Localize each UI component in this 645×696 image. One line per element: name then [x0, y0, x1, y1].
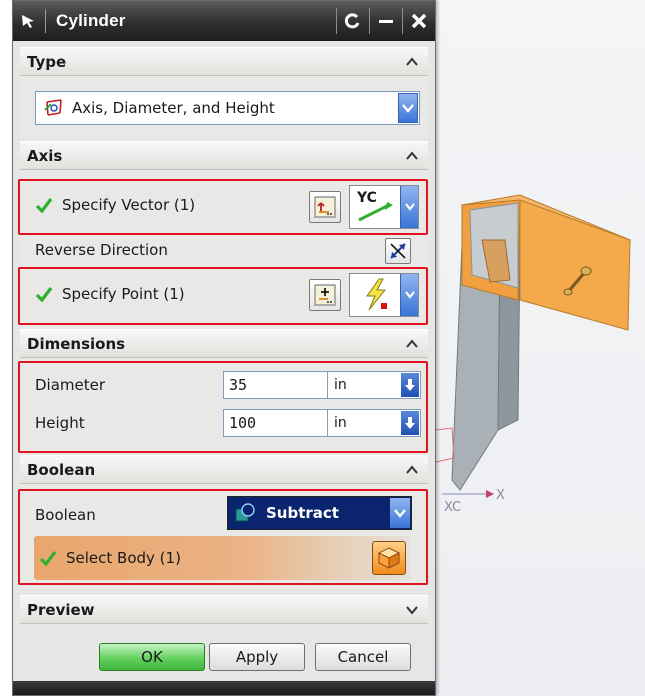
reverse-direction-button[interactable]	[385, 238, 411, 264]
dimensions-section-header[interactable]: Dimensions	[20, 329, 428, 358]
subtract-icon	[235, 503, 255, 522]
title-button-separator	[402, 8, 403, 34]
vector-dialog-icon	[314, 196, 336, 218]
solid-body-icon	[377, 547, 401, 569]
select-arrow-icon	[17, 10, 39, 32]
boolean-dropdown-button[interactable]	[390, 498, 410, 528]
type-dropdown-value: Axis, Diameter, and Height	[72, 99, 275, 117]
vector-dropdown-button[interactable]	[400, 186, 418, 228]
close-icon	[411, 13, 427, 29]
height-unit-dropdown-button[interactable]	[401, 411, 419, 435]
arrow-down-icon	[405, 417, 415, 429]
height-label: Height	[35, 414, 85, 432]
type-section-title: Type	[27, 52, 67, 71]
height-unit: in	[334, 415, 347, 431]
ok-button[interactable]: OK	[99, 643, 205, 671]
chevron-down-icon	[394, 509, 406, 518]
type-dropdown[interactable]: Axis, Diameter, and Height	[35, 91, 420, 125]
diameter-unit-select[interactable]: in	[327, 371, 421, 399]
check-icon	[39, 551, 57, 566]
reset-button[interactable]	[341, 8, 365, 34]
xc-axis-label: XC	[444, 500, 462, 515]
diameter-unit-dropdown-button[interactable]	[401, 373, 419, 397]
reset-icon	[344, 13, 360, 29]
reverse-direction-row: Reverse Direction	[35, 241, 168, 259]
check-icon	[35, 287, 53, 302]
height-input[interactable]: 100	[223, 409, 331, 437]
reverse-direction-label: Reverse Direction	[35, 241, 168, 259]
diameter-input[interactable]: 35	[223, 371, 331, 399]
chevron-up-icon	[405, 463, 419, 477]
chevron-up-icon	[405, 55, 419, 69]
title-button-separator	[369, 8, 370, 34]
diameter-value: 35	[229, 376, 248, 394]
boolean-label: Boolean	[35, 506, 96, 524]
inferred-point-icon	[366, 278, 387, 311]
diameter-row: Diameter	[35, 376, 105, 394]
select-body-label: Select Body (1)	[66, 549, 181, 567]
cylinder-type-icon	[44, 99, 62, 116]
yc-vector-icon: YC	[356, 190, 393, 222]
graphics-viewport[interactable]: XC X	[430, 0, 645, 696]
point-inferred-dropdown[interactable]	[349, 273, 419, 317]
model-body	[435, 194, 632, 498]
cylinder-dialog: Cylinder Type Axis, Diameter, and Height…	[12, 0, 436, 696]
specify-vector-row[interactable]: Specify Vector (1)	[35, 196, 195, 214]
chevron-up-icon	[405, 337, 419, 351]
apply-button[interactable]: Apply	[209, 643, 305, 671]
dimensions-section-title: Dimensions	[27, 334, 126, 353]
select-body-row[interactable]: Select Body (1)	[34, 536, 411, 580]
reverse-direction-icon	[390, 243, 406, 259]
chevron-down-icon	[404, 291, 415, 299]
arrow-down-icon	[405, 379, 415, 391]
axis-section-title: Axis	[27, 146, 63, 165]
cancel-button[interactable]: Cancel	[315, 643, 411, 671]
boolean-selected-value: Subtract	[266, 504, 339, 522]
point-dialog-icon	[314, 284, 336, 306]
yc-vector-text: YC	[356, 190, 377, 206]
specify-point-row[interactable]: Specify Point (1)	[35, 285, 185, 303]
title-separator	[45, 9, 46, 33]
diameter-label: Diameter	[35, 376, 106, 394]
preview-section-header[interactable]: Preview	[20, 595, 428, 624]
vector-dialog-button[interactable]	[309, 191, 341, 223]
chevron-down-icon	[402, 104, 414, 113]
specify-point-label: Specify Point (1)	[62, 285, 185, 303]
type-section-header[interactable]: Type	[20, 47, 428, 76]
check-icon	[35, 198, 53, 213]
height-row: Height	[35, 414, 85, 432]
chevron-down-icon	[405, 603, 419, 617]
axis-section-header[interactable]: Axis	[20, 141, 428, 170]
point-dropdown-button[interactable]	[400, 274, 418, 316]
minimize-button[interactable]	[374, 8, 398, 34]
select-body-button[interactable]	[372, 541, 406, 575]
close-button[interactable]	[407, 8, 431, 34]
boolean-section-title: Boolean	[27, 460, 96, 479]
chevron-up-icon	[405, 149, 419, 163]
title-bar[interactable]: Cylinder	[13, 1, 435, 41]
cancel-button-label: Cancel	[337, 648, 389, 666]
minimize-icon	[379, 20, 393, 23]
apply-button-label: Apply	[235, 648, 279, 666]
boolean-row: Boolean	[35, 506, 96, 524]
dialog-title: Cylinder	[56, 11, 126, 30]
diameter-unit: in	[334, 377, 347, 393]
boolean-dropdown[interactable]: Subtract	[227, 496, 412, 530]
dialog-bottom-border	[13, 681, 435, 695]
preview-section-title: Preview	[27, 600, 95, 619]
height-unit-select[interactable]: in	[327, 409, 421, 437]
vector-inferred-dropdown[interactable]: YC	[349, 185, 419, 229]
ok-button-label: OK	[141, 648, 163, 666]
specify-vector-label: Specify Vector (1)	[62, 196, 196, 214]
point-dialog-button[interactable]	[309, 279, 341, 311]
height-value: 100	[229, 414, 257, 432]
boolean-section-header[interactable]: Boolean	[20, 455, 428, 484]
chevron-down-icon	[404, 203, 415, 211]
type-dropdown-button[interactable]	[398, 93, 418, 123]
title-button-separator	[336, 8, 337, 34]
x-axis-label: X	[496, 488, 505, 503]
